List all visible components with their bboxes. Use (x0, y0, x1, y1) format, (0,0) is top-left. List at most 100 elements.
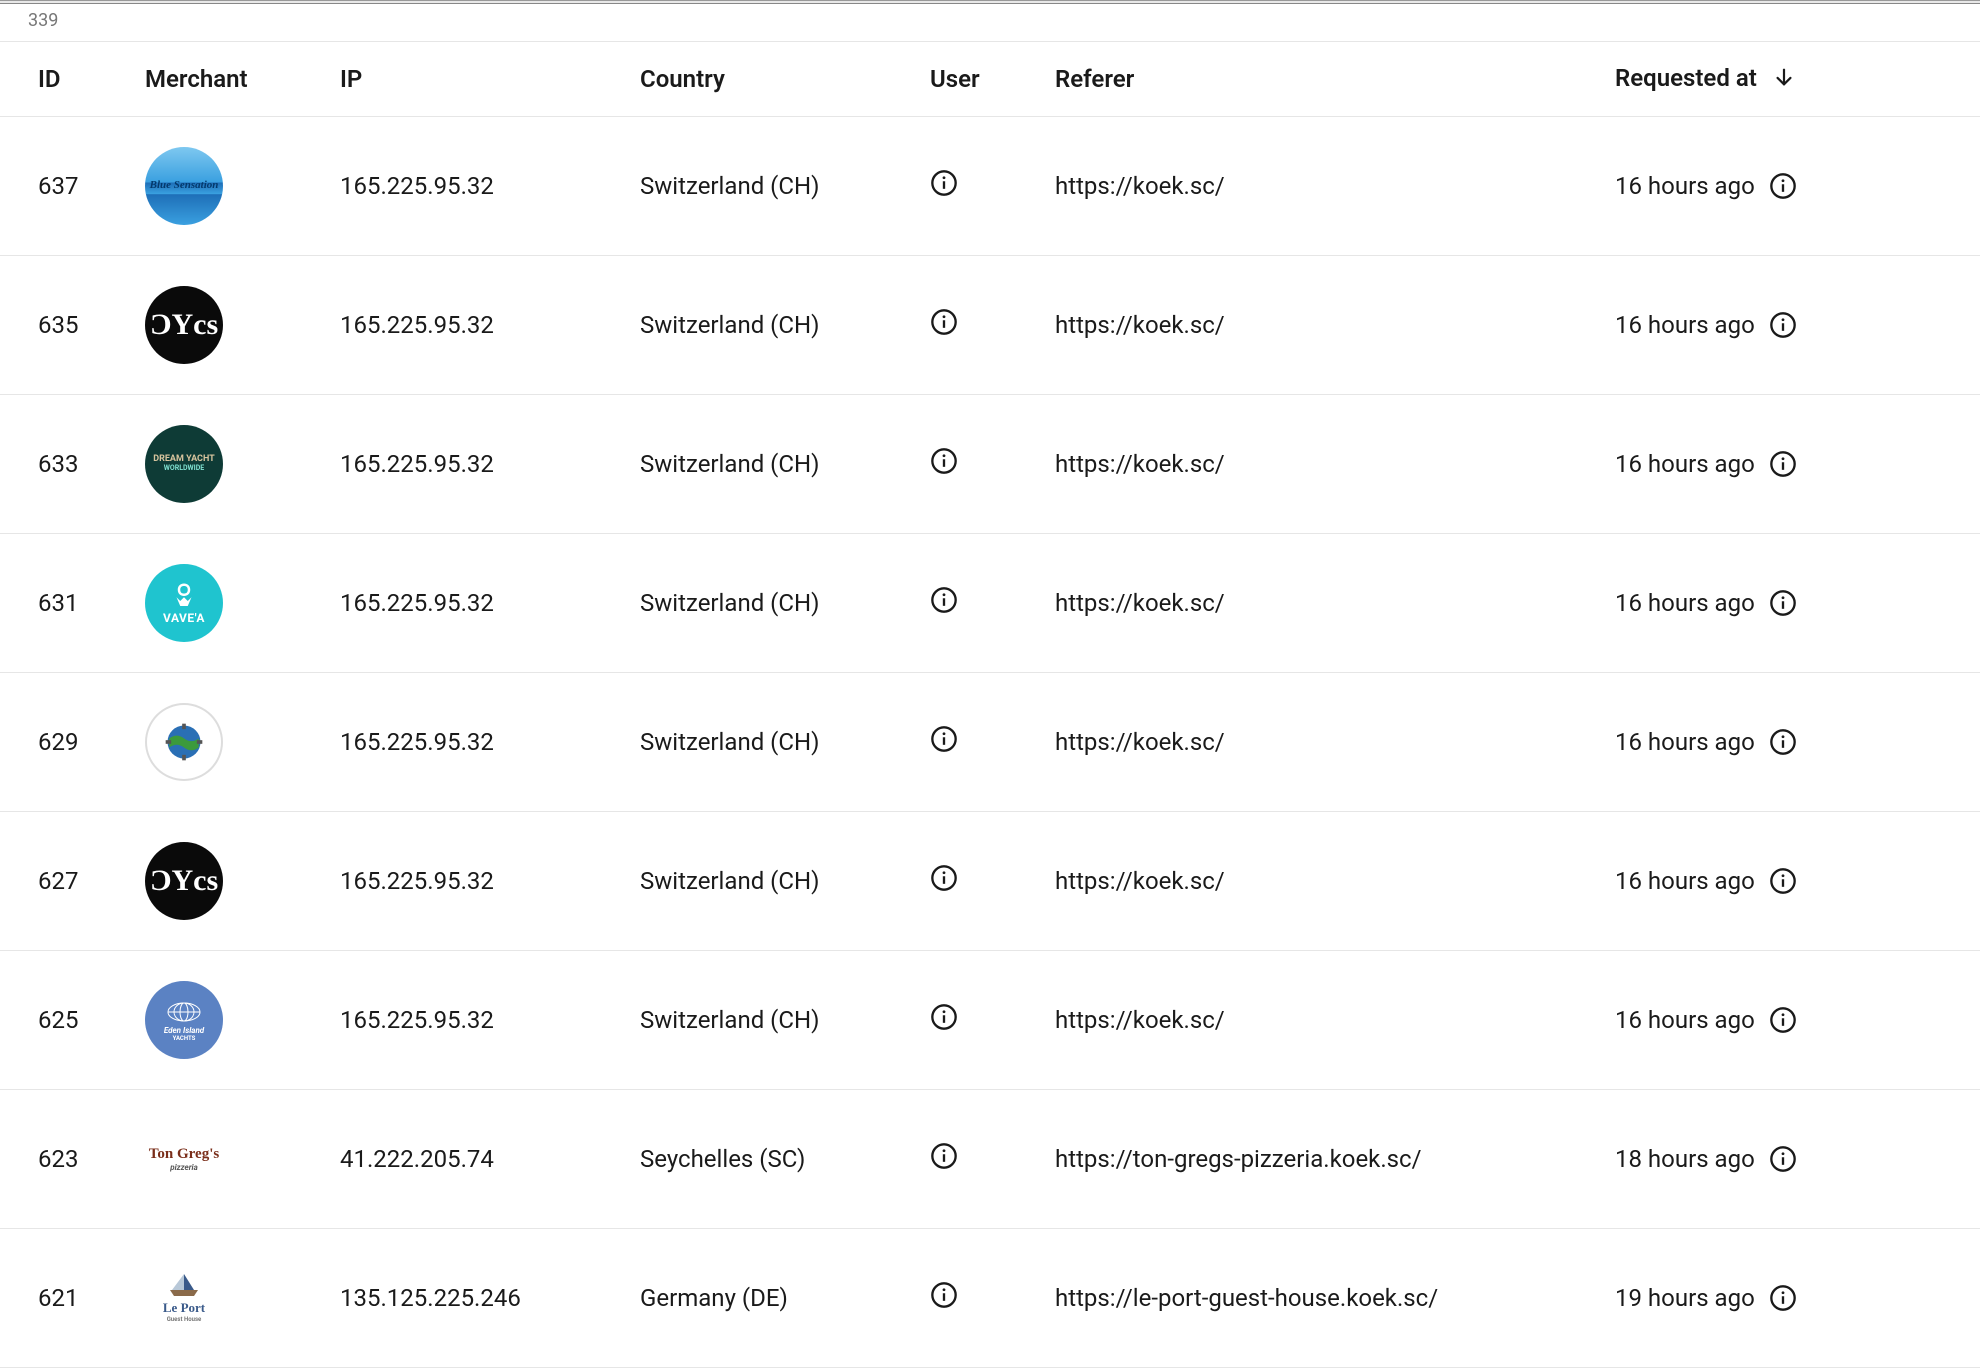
cell-id: 629 (0, 672, 145, 811)
cell-requested-at: 16 hours ago (1615, 533, 1980, 672)
col-header-merchant[interactable]: Merchant (145, 42, 340, 116)
cell-user (930, 950, 1055, 1089)
table-row[interactable]: 635CYcs165.225.95.32Switzerland (CH)http… (0, 255, 1980, 394)
requested-at-text: 16 hours ago (1615, 728, 1755, 756)
col-header-requested-at[interactable]: Requested at (1615, 42, 1980, 116)
cell-merchant (145, 672, 340, 811)
requests-table: ID Merchant IP Country User Referer Requ… (0, 42, 1980, 1368)
cell-user (930, 1228, 1055, 1367)
requested-at-info-icon[interactable] (1769, 867, 1797, 895)
user-info-icon[interactable] (930, 586, 958, 614)
cell-requested-at: 19 hours ago (1615, 1228, 1980, 1367)
cell-country: Switzerland (CH) (640, 116, 930, 255)
cell-referer: https://koek.sc/ (1055, 394, 1615, 533)
cell-merchant: VAVE'A (145, 533, 340, 672)
user-info-icon[interactable] (930, 169, 958, 197)
cell-country: Switzerland (CH) (640, 672, 930, 811)
cell-merchant: Le PortGuest House (145, 1228, 340, 1367)
requested-at-text: 16 hours ago (1615, 1006, 1755, 1034)
user-info-icon[interactable] (930, 1281, 958, 1309)
cell-ip: 165.225.95.32 (340, 533, 640, 672)
requested-at-info-icon[interactable] (1769, 450, 1797, 478)
requested-at-info-icon[interactable] (1769, 172, 1797, 200)
cell-ip: 165.225.95.32 (340, 116, 640, 255)
col-header-referer[interactable]: Referer (1055, 42, 1615, 116)
cell-merchant: CYcs (145, 811, 340, 950)
cell-requested-at: 16 hours ago (1615, 255, 1980, 394)
user-info-icon[interactable] (930, 725, 958, 753)
col-header-country[interactable]: Country (640, 42, 930, 116)
requested-at-text: 19 hours ago (1615, 1284, 1755, 1312)
cell-merchant: DREAM YACHTWORLDWIDE (145, 394, 340, 533)
cell-ip: 165.225.95.32 (340, 950, 640, 1089)
col-header-id[interactable]: ID (0, 42, 145, 116)
table-row[interactable]: 621Le PortGuest House135.125.225.246Germ… (0, 1228, 1980, 1367)
requested-at-info-icon[interactable] (1769, 1145, 1797, 1173)
cell-requested-at: 16 hours ago (1615, 672, 1980, 811)
requested-at-text: 18 hours ago (1615, 1145, 1755, 1173)
cell-id: 633 (0, 394, 145, 533)
requested-at-info-icon[interactable] (1769, 311, 1797, 339)
cell-ip: 165.225.95.32 (340, 672, 640, 811)
record-count: 339 (0, 4, 1980, 42)
requested-at-info-icon[interactable] (1769, 1284, 1797, 1312)
cell-ip: 135.125.225.246 (340, 1228, 640, 1367)
cell-ip: 165.225.95.32 (340, 394, 640, 533)
cell-requested-at: 16 hours ago (1615, 811, 1980, 950)
cell-country: Switzerland (CH) (640, 950, 930, 1089)
cell-ip: 41.222.205.74 (340, 1089, 640, 1228)
cell-merchant: Ton Greg'spizzeria (145, 1089, 340, 1228)
cell-user (930, 394, 1055, 533)
requested-at-text: 16 hours ago (1615, 172, 1755, 200)
table-row[interactable]: 637Blue Sensation165.225.95.32Switzerlan… (0, 116, 1980, 255)
cell-id: 631 (0, 533, 145, 672)
cell-id: 637 (0, 116, 145, 255)
cell-referer: https://koek.sc/ (1055, 811, 1615, 950)
requested-at-info-icon[interactable] (1769, 589, 1797, 617)
cell-country: Germany (DE) (640, 1228, 930, 1367)
user-info-icon[interactable] (930, 864, 958, 892)
cell-country: Switzerland (CH) (640, 533, 930, 672)
cell-referer: https://ton-gregs-pizzeria.koek.sc/ (1055, 1089, 1615, 1228)
cell-merchant: Blue Sensation (145, 116, 340, 255)
requested-at-text: 16 hours ago (1615, 311, 1755, 339)
table-row[interactable]: 625Eden IslandYACHTS165.225.95.32Switzer… (0, 950, 1980, 1089)
user-info-icon[interactable] (930, 447, 958, 475)
cell-id: 623 (0, 1089, 145, 1228)
cell-ip: 165.225.95.32 (340, 811, 640, 950)
col-header-user[interactable]: User (930, 42, 1055, 116)
requested-at-text: 16 hours ago (1615, 450, 1755, 478)
table-row[interactable]: 629165.225.95.32Switzerland (CH)https://… (0, 672, 1980, 811)
requested-at-text: 16 hours ago (1615, 589, 1755, 617)
cell-requested-at: 16 hours ago (1615, 950, 1980, 1089)
table-row[interactable]: 627CYcs165.225.95.32Switzerland (CH) http… (0, 811, 1980, 950)
cell-country: Switzerland (CH) (640, 394, 930, 533)
user-info-icon[interactable] (930, 308, 958, 336)
table-row[interactable]: 623Ton Greg'spizzeria41.222.205.74Seyche… (0, 1089, 1980, 1228)
user-info-icon[interactable] (930, 1003, 958, 1031)
cell-country: Switzerland (CH) (640, 811, 930, 950)
cell-user (930, 533, 1055, 672)
cell-country: Seychelles (SC) (640, 1089, 930, 1228)
cell-user (930, 116, 1055, 255)
cell-referer: https://le-port-guest-house.koek.sc/ (1055, 1228, 1615, 1367)
cell-requested-at: 16 hours ago (1615, 116, 1980, 255)
cell-id: 627 (0, 811, 145, 950)
cell-ip: 165.225.95.32 (340, 255, 640, 394)
cell-requested-at: 16 hours ago (1615, 394, 1980, 533)
user-info-icon[interactable] (930, 1142, 958, 1170)
cell-referer: https://koek.sc/ (1055, 950, 1615, 1089)
cell-user (930, 811, 1055, 950)
cell-country: Switzerland (CH) (640, 255, 930, 394)
sort-desc-icon (1773, 66, 1795, 94)
cell-merchant: CYcs (145, 255, 340, 394)
requested-at-info-icon[interactable] (1769, 1006, 1797, 1034)
cell-referer: https://koek.sc/ (1055, 116, 1615, 255)
cell-id: 635 (0, 255, 145, 394)
cell-user (930, 255, 1055, 394)
col-header-ip[interactable]: IP (340, 42, 640, 116)
table-row[interactable]: 633DREAM YACHTWORLDWIDE165.225.95.32Swit… (0, 394, 1980, 533)
requested-at-info-icon[interactable] (1769, 728, 1797, 756)
cell-referer: https://koek.sc/ (1055, 533, 1615, 672)
table-row[interactable]: 631VAVE'A165.225.95.32Switzerland (CH) ht… (0, 533, 1980, 672)
